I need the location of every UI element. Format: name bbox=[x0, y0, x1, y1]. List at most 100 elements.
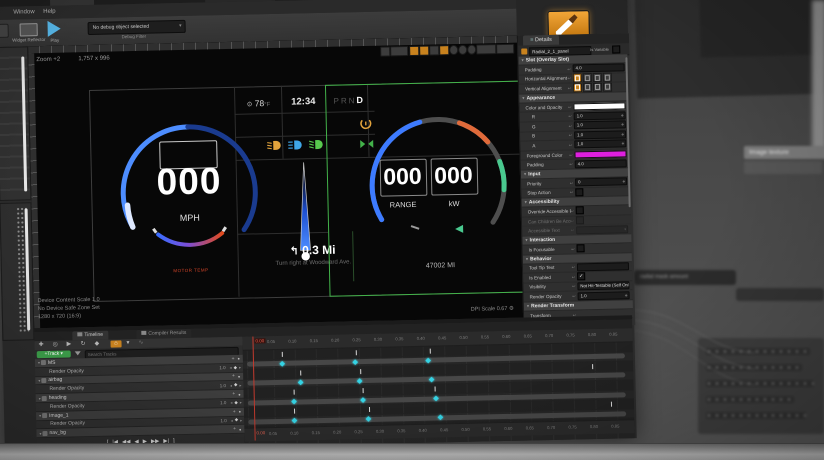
alignment-button[interactable] bbox=[593, 83, 602, 92]
reset-to-default-icon[interactable]: ↩ bbox=[570, 208, 573, 213]
add-key-icon[interactable]: + bbox=[232, 373, 235, 379]
reset-to-default-icon[interactable]: ↩ bbox=[569, 142, 572, 147]
value-field[interactable]: 4.0 bbox=[575, 159, 627, 168]
reset-to-default-icon[interactable]: ↩ bbox=[569, 162, 572, 167]
widget-reflector-icon[interactable] bbox=[20, 23, 38, 36]
prev-key-icon[interactable]: ◂ bbox=[231, 418, 233, 423]
alignment-button[interactable] bbox=[583, 73, 592, 82]
alignment-button[interactable] bbox=[583, 83, 592, 92]
spinner-icon[interactable]: ◆ bbox=[625, 292, 628, 298]
spinner-icon[interactable]: ◆ bbox=[622, 141, 625, 147]
toolbar-button-cut[interactable] bbox=[0, 24, 9, 38]
designer-viewport[interactable]: Zoom +2 1,757 x 996 bbox=[28, 36, 523, 329]
reset-to-default-icon[interactable]: ↩ bbox=[568, 114, 571, 119]
prev-key-icon[interactable]: ◂ bbox=[230, 383, 232, 388]
viewport-option-1[interactable] bbox=[449, 45, 458, 55]
auto-key-button[interactable]: ⌂ bbox=[110, 340, 121, 347]
dpi-scale-label[interactable]: DPI Scale 0.67 ⚙ bbox=[454, 306, 514, 313]
add-keyframe-icon[interactable]: ◆ bbox=[234, 382, 238, 388]
add-keyframe-icon[interactable]: ◆ bbox=[235, 417, 239, 423]
viewport-option-3[interactable] bbox=[467, 45, 476, 55]
reset-to-default-icon[interactable]: ↩ bbox=[572, 265, 575, 270]
grid-snap-button[interactable] bbox=[409, 46, 419, 56]
checkbox[interactable] bbox=[576, 216, 584, 224]
value-slider[interactable]: 1.0◆ bbox=[574, 140, 626, 149]
alignment-button[interactable] bbox=[573, 83, 582, 92]
reset-to-default-icon[interactable]: ↩ bbox=[572, 284, 575, 289]
expander-icon[interactable]: ▾ bbox=[38, 378, 40, 383]
screen-size-dropdown[interactable] bbox=[476, 44, 496, 54]
add-track-button[interactable]: +Track ▾ bbox=[37, 350, 71, 358]
add-keyframe-icon[interactable]: ◆ bbox=[234, 400, 238, 406]
value-field[interactable]: 4.0 bbox=[573, 64, 625, 73]
value-field[interactable] bbox=[577, 262, 629, 271]
reset-to-default-icon[interactable]: ↩ bbox=[569, 152, 572, 157]
chevron-down-icon[interactable]: ▾ bbox=[126, 339, 129, 348]
prev-key-icon[interactable]: ◂ bbox=[230, 400, 232, 405]
mode-pill-button[interactable] bbox=[390, 46, 408, 56]
reset-to-default-icon[interactable]: ↩ bbox=[570, 190, 573, 195]
menu-item-help[interactable]: Help bbox=[43, 9, 55, 15]
fill-screen-dropdown[interactable] bbox=[496, 44, 514, 54]
reset-to-default-icon[interactable]: ↩ bbox=[567, 66, 570, 71]
reset-to-default-icon[interactable]: ↩ bbox=[568, 123, 571, 128]
snap-size-button[interactable] bbox=[419, 46, 429, 56]
camera-icon[interactable]: ◎ bbox=[52, 341, 57, 350]
reset-to-default-icon[interactable]: ↩ bbox=[568, 85, 571, 90]
cursor-tool-button[interactable] bbox=[380, 46, 390, 56]
curve-editor-icon[interactable]: ∿ bbox=[138, 339, 143, 348]
reset-to-default-icon[interactable]: ↩ bbox=[567, 76, 570, 81]
reset-to-default-icon[interactable]: ↩ bbox=[571, 246, 574, 251]
reset-to-default-icon[interactable]: ↩ bbox=[568, 104, 571, 109]
dropdown[interactable]: Not Hit-Testable (Self Only)▾ bbox=[577, 281, 629, 290]
add-key-icon[interactable]: + bbox=[231, 356, 234, 362]
loop-icon[interactable]: ↻ bbox=[80, 340, 85, 349]
value-slider[interactable]: 1.0◆ bbox=[574, 130, 626, 139]
add-key-icon[interactable]: + bbox=[233, 409, 236, 415]
alignment-button[interactable] bbox=[603, 83, 612, 92]
reset-to-default-icon[interactable]: ↩ bbox=[570, 180, 573, 185]
sequencer-timeline[interactable]: 0.050.100.150.200.250.300.350.400.450.50… bbox=[242, 328, 634, 446]
reset-to-default-icon[interactable]: ↩ bbox=[569, 133, 572, 138]
reset-to-default-icon[interactable]: ↩ bbox=[571, 228, 574, 233]
value-slider[interactable]: 0◆ bbox=[575, 178, 627, 187]
is-variable-checkbox[interactable] bbox=[612, 45, 620, 53]
play-options-icon[interactable]: ▶ bbox=[66, 340, 71, 349]
checkbox[interactable] bbox=[575, 188, 583, 196]
prev-key-icon[interactable]: ◂ bbox=[230, 365, 232, 370]
checkbox[interactable] bbox=[576, 207, 584, 215]
spinner-icon[interactable]: ◆ bbox=[621, 122, 624, 128]
save-keys-icon[interactable]: ✚ bbox=[38, 341, 43, 350]
color-swatch[interactable] bbox=[574, 150, 626, 158]
gear-icon[interactable]: ⚙ bbox=[509, 306, 514, 312]
keyframe-icon[interactable]: ◆ bbox=[94, 340, 99, 349]
add-keyframe-icon[interactable]: ◆ bbox=[234, 365, 238, 371]
localize-toggle-button[interactable] bbox=[439, 45, 449, 55]
color-swatch[interactable] bbox=[573, 102, 625, 110]
expander-icon[interactable]: ▾ bbox=[39, 413, 41, 418]
checkbox[interactable]: ✓ bbox=[577, 273, 585, 281]
checkbox[interactable] bbox=[576, 244, 584, 252]
spinner-icon[interactable]: ◆ bbox=[622, 179, 625, 185]
outline-toggle-button[interactable] bbox=[429, 45, 439, 55]
next-key-icon[interactable]: ▸ bbox=[240, 418, 242, 423]
dropdown[interactable]: ▾ bbox=[576, 225, 628, 234]
next-key-icon[interactable]: ▸ bbox=[240, 400, 242, 405]
value-slider[interactable]: 1.0◆ bbox=[574, 121, 626, 130]
expander-icon[interactable]: ▾ bbox=[38, 361, 40, 366]
reset-to-default-icon[interactable]: ↩ bbox=[572, 274, 575, 279]
add-key-icon[interactable]: + bbox=[232, 391, 235, 397]
viewport-option-2[interactable] bbox=[458, 45, 467, 55]
next-key-icon[interactable]: ▸ bbox=[239, 365, 241, 370]
spinner-icon[interactable]: ◆ bbox=[621, 131, 624, 137]
spinner-icon[interactable]: ◆ bbox=[621, 112, 624, 118]
value-slider[interactable]: 1.0◆ bbox=[578, 291, 630, 300]
reset-to-default-icon[interactable]: ↩ bbox=[571, 218, 574, 223]
value-slider[interactable]: 1.0◆ bbox=[574, 111, 626, 120]
play-button[interactable] bbox=[47, 21, 60, 37]
expander-icon[interactable]: ▾ bbox=[39, 396, 41, 401]
filter-funnel-icon[interactable] bbox=[75, 351, 81, 355]
alignment-button[interactable] bbox=[603, 73, 612, 82]
alignment-button[interactable] bbox=[573, 74, 582, 83]
reset-to-default-icon[interactable]: ↩ bbox=[572, 294, 575, 299]
